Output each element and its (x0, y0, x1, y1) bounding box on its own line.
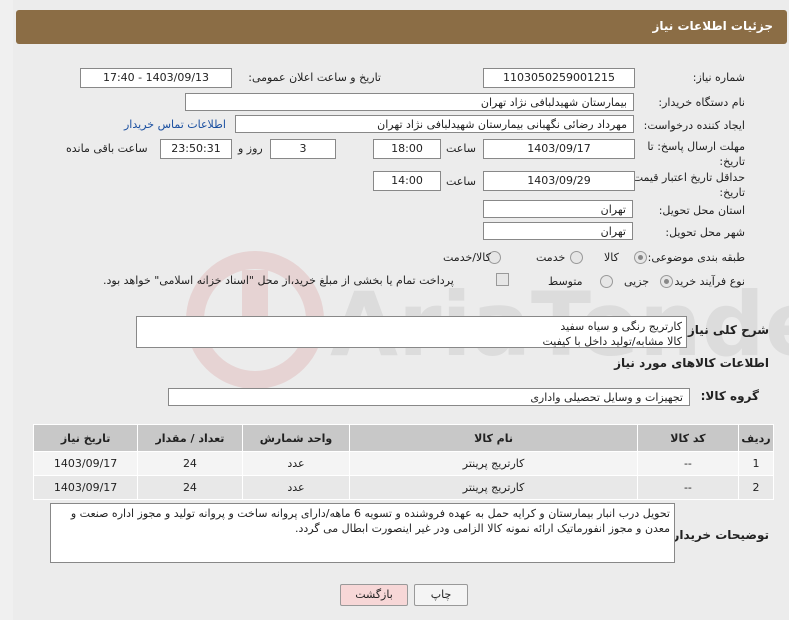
goods-table: ردیف کد کالا نام کالا واحد شمارش تعداد /… (32, 424, 774, 500)
col-header-date: تاریخ نیاز (32, 424, 139, 452)
table-row: 1 -- کارتریج پرینتر عدد 24 1403/09/17 (32, 451, 774, 476)
goods-group-field: تجهیزات و وسایل تحصیلی واداری (168, 388, 690, 406)
validity-date-field: 1403/09/29 (483, 171, 635, 191)
description-line-1: کارتریج رنگی و سیاه سفید (560, 320, 682, 333)
back-button[interactable]: بازگشت (340, 584, 408, 606)
days-field: 3 (270, 139, 336, 159)
goods-section-title: اطلاعات کالاهای مورد نیاز (614, 356, 769, 370)
cell-code: -- (636, 451, 740, 476)
category-option-both: کالا/خدمت (443, 251, 491, 264)
creator-field: مهرداد رضائی نگهبانی بیمارستان شهیدلبافی… (235, 115, 634, 133)
page-header: جزئیات اطلاعات نیاز (16, 10, 787, 44)
page-title: جزئیات اطلاعات نیاز (652, 19, 773, 33)
category-radio-goods[interactable] (634, 251, 647, 264)
validity-time-field: 14:00 (373, 171, 441, 191)
cell-code: -- (636, 475, 740, 500)
category-option-goods: کالا (604, 251, 619, 264)
cell-name: کارتریج پرینتر (349, 475, 638, 500)
process-option-medium: متوسط (548, 275, 583, 288)
category-option-service: خدمت (536, 251, 566, 264)
col-header-row: ردیف (738, 424, 774, 452)
announce-field: 1403/09/13 - 17:40 (80, 68, 232, 88)
cell-qty: 24 (137, 451, 243, 476)
print-button[interactable]: چاپ (414, 584, 468, 606)
need-number-field: 1103050259001215 (483, 68, 635, 88)
cell-name: کارتریج پرینتر (349, 451, 638, 476)
deadline-time-label: ساعت (446, 142, 476, 155)
col-header-name: نام کالا (349, 424, 638, 452)
col-header-unit: واحد شمارش (241, 424, 351, 452)
deadline-time-field: 18:00 (373, 139, 441, 159)
description-line-2: کالا مشابه/تولید داخل با کیفیت (542, 335, 683, 348)
province-label: استان محل تحویل: (658, 204, 745, 217)
category-radio-service[interactable] (570, 251, 583, 264)
process-radio-minor[interactable] (660, 275, 673, 288)
deadline-date-field: 1403/09/17 (483, 139, 635, 159)
process-label: نوع فرآیند خرید : (667, 275, 745, 288)
deadline-label: مهلت ارسال پاسخ: تا تاریخ: (647, 140, 745, 168)
remaining-label: ساعت باقی مانده (66, 142, 148, 155)
buyer-notes-textarea[interactable]: تحویل درب انبار بیمارستان و کرایه حمل به… (50, 503, 675, 563)
process-radio-medium[interactable] (600, 275, 613, 288)
category-label: طبقه بندی موضوعی: (647, 251, 745, 264)
goods-group-label: گروه کالا: (700, 389, 759, 403)
payment-note: پرداخت تمام یا بخشی از مبلغ خرید،از محل … (103, 274, 454, 287)
remaining-time-field: 23:50:31 (160, 139, 232, 159)
need-number-label: شماره نیاز: (692, 71, 745, 84)
buyer-org-field: بیمارستان شهیدلبافی نژاد تهران (185, 93, 634, 111)
cell-row: 1 (738, 451, 774, 476)
creator-label: ایجاد کننده درخواست: (643, 119, 745, 132)
city-label: شهر محل تحویل: (665, 226, 745, 239)
buyer-org-label: نام دستگاه خریدار: (658, 96, 745, 109)
description-label: شرح کلی نیاز: (683, 323, 769, 337)
announce-label: تاریخ و ساعت اعلان عمومی: (248, 71, 381, 84)
city-field: تهران (483, 222, 633, 240)
table-row: 2 -- کارتریج پرینتر عدد 24 1403/09/17 (32, 475, 774, 500)
validity-time-label: ساعت (446, 175, 476, 188)
cell-qty: 24 (137, 475, 243, 500)
contact-buyer-link[interactable]: اطلاعات تماس خریدار (124, 118, 226, 131)
buyer-notes-label: توضیحات خریدار: (667, 528, 769, 542)
cell-unit: عدد (241, 475, 351, 500)
days-label: روز و (238, 142, 263, 155)
col-header-code: کد کالا (636, 424, 740, 452)
province-field: تهران (483, 200, 633, 218)
cell-unit: عدد (241, 451, 351, 476)
process-option-minor: جزیی (624, 275, 650, 288)
cell-date: 1403/09/17 (32, 451, 139, 476)
cell-row: 2 (738, 475, 774, 500)
treasury-checkbox[interactable] (496, 273, 509, 286)
col-header-qty: تعداد / مقدار (137, 424, 243, 452)
cell-date: 1403/09/17 (32, 475, 139, 500)
description-textarea[interactable]: کارتریج رنگی و سیاه سفید کالا مشابه/تولی… (136, 316, 687, 348)
